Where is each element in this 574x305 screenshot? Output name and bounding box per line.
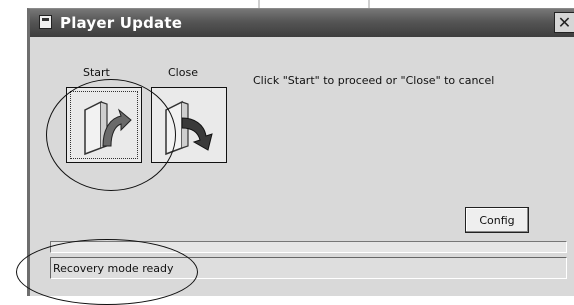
player-update-dialog: Player Update ✕ Start Close Click "Start… — [16, 8, 574, 305]
close-label: Close — [168, 66, 198, 79]
start-label: Start — [83, 66, 110, 79]
app-window-icon — [39, 15, 52, 29]
annotation-ellipse — [16, 239, 198, 305]
dialog-title: Player Update — [60, 14, 183, 32]
window-close-button[interactable]: ✕ — [554, 12, 574, 33]
background-edge — [0, 0, 574, 8]
annotation-circle — [46, 79, 176, 191]
background-mark — [258, 0, 260, 8]
title-bar[interactable]: Player Update ✕ — [30, 9, 574, 37]
instruction-text: Click "Start" to proceed or "Close" to c… — [253, 74, 495, 87]
background-mark — [368, 0, 370, 8]
config-button[interactable]: Config — [465, 207, 529, 233]
